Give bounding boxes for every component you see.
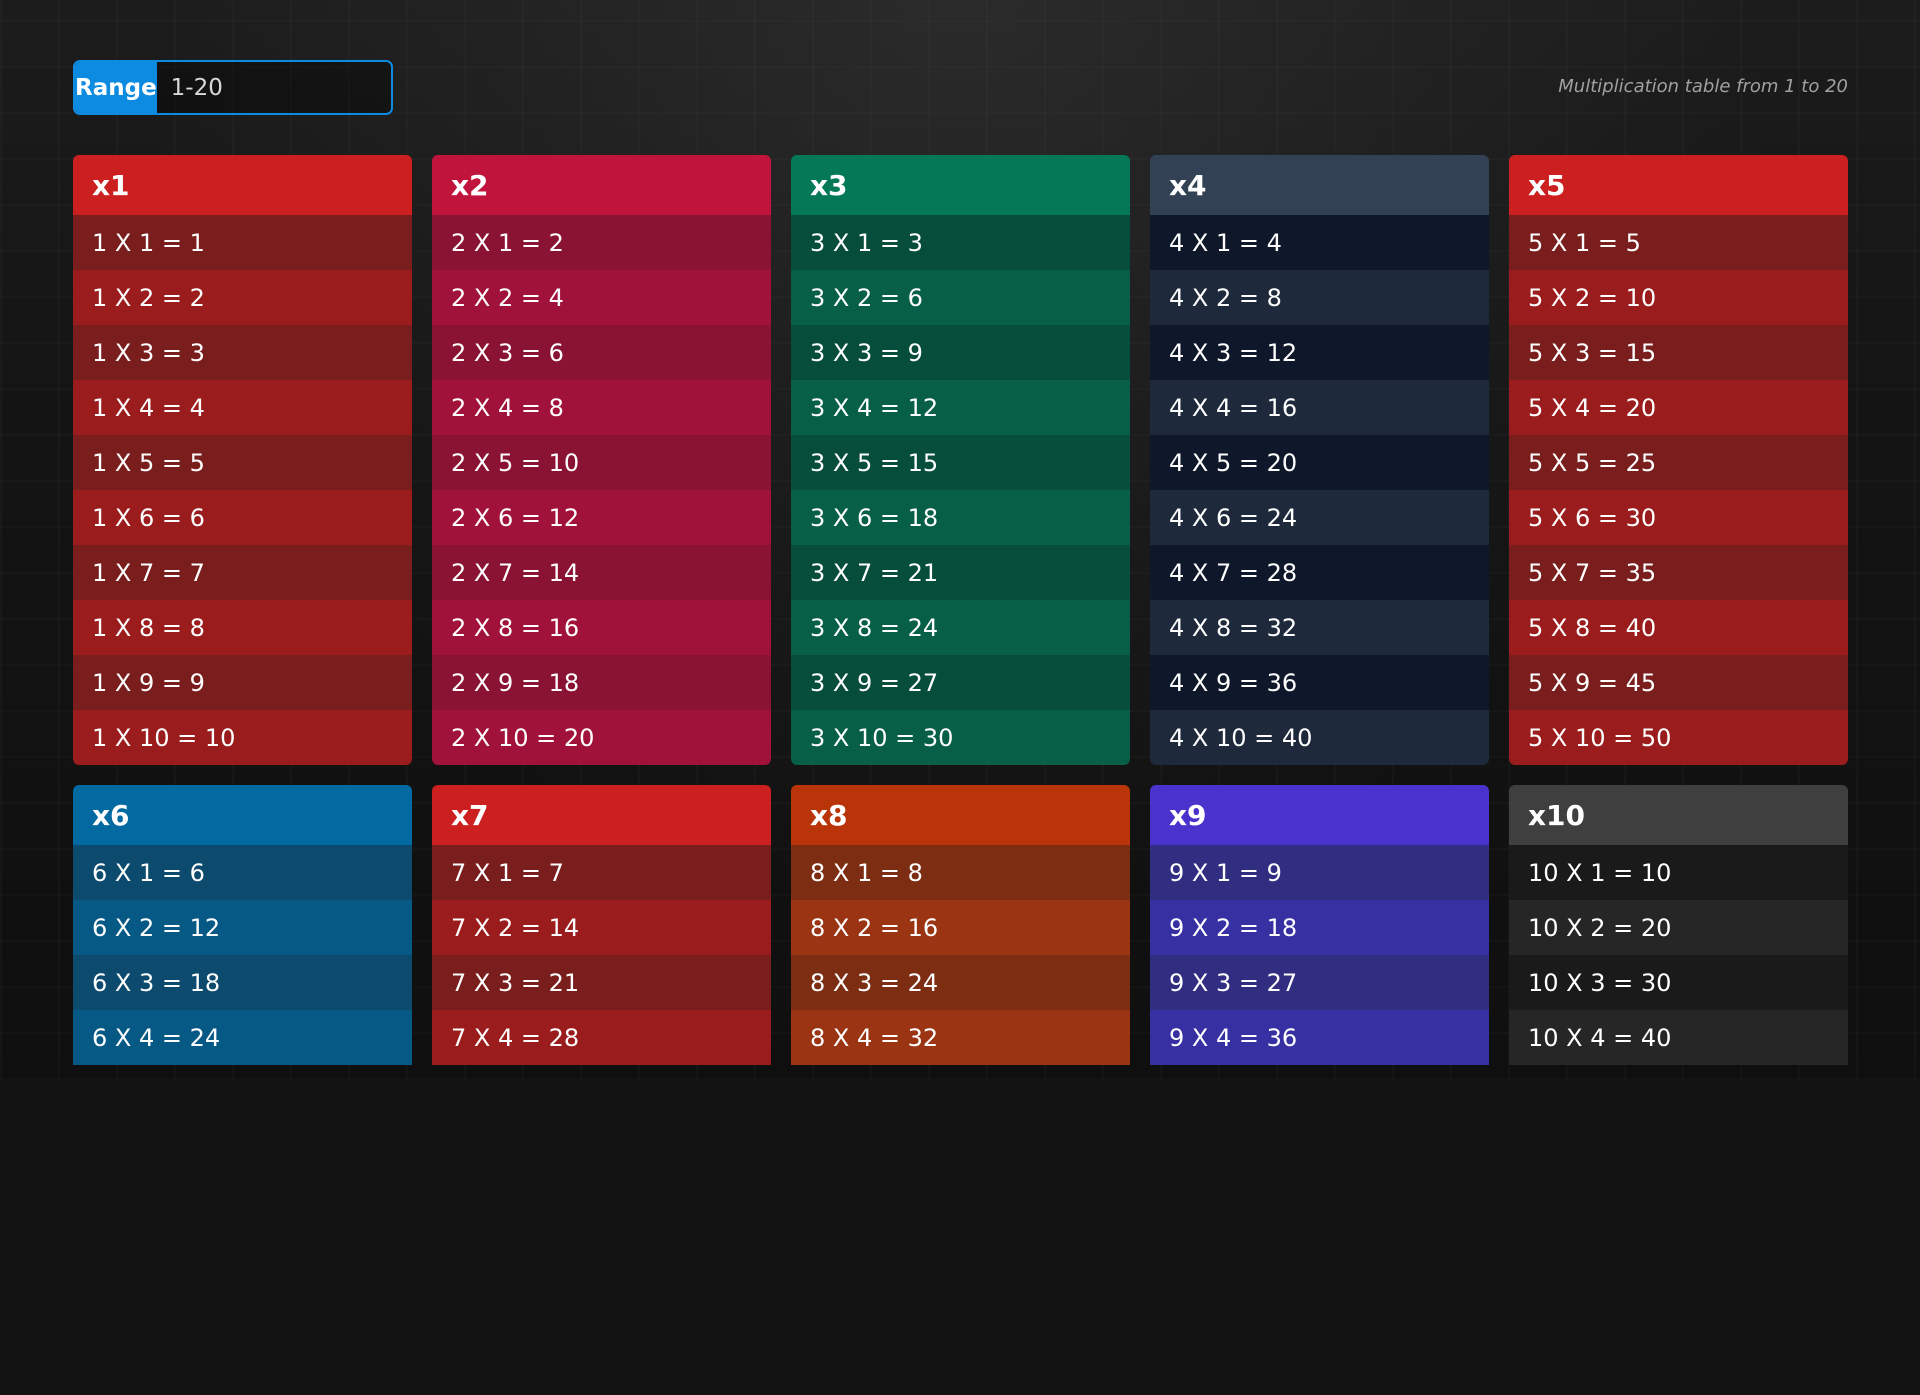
table-row: 6 X 4 = 24	[73, 1010, 412, 1065]
range-input[interactable]	[156, 62, 391, 113]
table-row: 10 X 4 = 40	[1509, 1010, 1848, 1065]
table-row: 4 X 2 = 8	[1150, 270, 1489, 325]
table-row: 5 X 3 = 15	[1509, 325, 1848, 380]
table-row: 2 X 2 = 4	[432, 270, 771, 325]
table-row: 1 X 3 = 3	[73, 325, 412, 380]
table-row: 4 X 4 = 16	[1150, 380, 1489, 435]
table-row: 1 X 9 = 9	[73, 655, 412, 710]
table-row: 7 X 3 = 21	[432, 955, 771, 1010]
table-row: 3 X 3 = 9	[791, 325, 1130, 380]
table-row: 3 X 6 = 18	[791, 490, 1130, 545]
table-row: 5 X 6 = 30	[1509, 490, 1848, 545]
table-row: 10 X 2 = 20	[1509, 900, 1848, 955]
table-title: x2	[432, 155, 771, 215]
table-row: 3 X 2 = 6	[791, 270, 1130, 325]
table-title: x6	[73, 785, 412, 845]
table-card-x9: x9 9 X 1 = 99 X 2 = 18 9 X 3 = 27 9 X 4 = 3…	[1150, 785, 1489, 1395]
table-row: 9 X 1 = 9	[1150, 845, 1489, 900]
table-row: 3 X 1 = 3	[791, 215, 1130, 270]
table-row: 5 X 8 = 40	[1509, 600, 1848, 655]
table-row: 5 X 10 = 50	[1509, 710, 1848, 765]
table-row: 1 X 4 = 4	[73, 380, 412, 435]
table-row: 9 X 3 = 27	[1150, 955, 1489, 1010]
table-row: 3 X 5 = 15	[791, 435, 1130, 490]
table-row: 8 X 4 = 32	[791, 1010, 1130, 1065]
table-row: 4 X 10 = 40	[1150, 710, 1489, 765]
table-title: x5	[1509, 155, 1848, 215]
table-row: 2 X 8 = 16	[432, 600, 771, 655]
table-row: 8 X 2 = 16	[791, 900, 1130, 955]
table-row: 5 X 9 = 45	[1509, 655, 1848, 710]
table-row: 7 X 4 = 28	[432, 1010, 771, 1065]
table-row: 1 X 6 = 6	[73, 490, 412, 545]
table-row: 8 X 3 = 24	[791, 955, 1130, 1010]
table-card-x7: x7 7 X 1 = 77 X 2 = 14 7 X 3 = 21 7 X 4 = 2…	[432, 785, 771, 1395]
table-title: x3	[791, 155, 1130, 215]
range-label: Range	[75, 62, 157, 113]
table-title: x9	[1150, 785, 1489, 845]
table-row: 3 X 8 = 24	[791, 600, 1130, 655]
table-row: 6 X 2 = 12	[73, 900, 412, 955]
table-card-x5: x5 5 X 1 = 55 X 2 = 10 5 X 3 = 15 5 X 4 = 2…	[1509, 155, 1848, 765]
table-row: 3 X 7 = 21	[791, 545, 1130, 600]
table-row: 2 X 7 = 14	[432, 545, 771, 600]
table-row: 4 X 3 = 12	[1150, 325, 1489, 380]
table-row: 6 X 3 = 18	[73, 955, 412, 1010]
table-row: 2 X 9 = 18	[432, 655, 771, 710]
table-row: 5 X 5 = 25	[1509, 435, 1848, 490]
table-row: 5 X 1 = 5	[1509, 215, 1848, 270]
table-card-x4: x4 4 X 1 = 44 X 2 = 84 X 3 = 12 4 X 4 = 16…	[1150, 155, 1489, 765]
table-card-x2: x2 2 X 1 = 22 X 2 = 42 X 3 = 62 X 4 = 82 …	[432, 155, 771, 765]
table-row: 2 X 3 = 6	[432, 325, 771, 380]
table-row: 4 X 6 = 24	[1150, 490, 1489, 545]
table-row: 9 X 4 = 36	[1150, 1010, 1489, 1065]
table-row: 4 X 8 = 32	[1150, 600, 1489, 655]
table-row: 9 X 2 = 18	[1150, 900, 1489, 955]
table-row: 3 X 4 = 12	[791, 380, 1130, 435]
table-row: 1 X 1 = 1	[73, 215, 412, 270]
table-row: 1 X 2 = 2	[73, 270, 412, 325]
table-card-x8: x8 8 X 1 = 88 X 2 = 16 8 X 3 = 24 8 X 4 = 3…	[791, 785, 1130, 1395]
table-row: 5 X 7 = 35	[1509, 545, 1848, 600]
table-row: 1 X 10 = 10	[73, 710, 412, 765]
table-title: x10	[1509, 785, 1848, 845]
table-row: 2 X 4 = 8	[432, 380, 771, 435]
table-row: 5 X 2 = 10	[1509, 270, 1848, 325]
table-row: 2 X 1 = 2	[432, 215, 771, 270]
table-row: 4 X 5 = 20	[1150, 435, 1489, 490]
table-row: 2 X 5 = 10	[432, 435, 771, 490]
page-subtitle: Multiplication table from 1 to 20	[1558, 76, 1848, 97]
table-row: 1 X 5 = 5	[73, 435, 412, 490]
table-row: 5 X 4 = 20	[1509, 380, 1848, 435]
table-title: x7	[432, 785, 771, 845]
range-control: Range	[73, 60, 393, 115]
table-row: 2 X 6 = 12	[432, 490, 771, 545]
table-row: 10 X 1 = 10	[1509, 845, 1848, 900]
table-card-x3: x3 3 X 1 = 33 X 2 = 63 X 3 = 93 X 4 = 12 3…	[791, 155, 1130, 765]
table-card-x10: x10 10 X 1 = 10 10 X 2 = 20 10 X 3 = 30 10 X…	[1509, 785, 1848, 1395]
table-row: 1 X 8 = 8	[73, 600, 412, 655]
table-row: 6 X 1 = 6	[73, 845, 412, 900]
table-row: 7 X 2 = 14	[432, 900, 771, 955]
table-row: 2 X 10 = 20	[432, 710, 771, 765]
table-title: x1	[73, 155, 412, 215]
table-title: x4	[1150, 155, 1489, 215]
table-row: 4 X 1 = 4	[1150, 215, 1489, 270]
table-card-x1: x1 1 X 1 = 11 X 2 = 21 X 3 = 31 X 4 = 41 …	[73, 155, 412, 765]
table-row: 8 X 1 = 8	[791, 845, 1130, 900]
table-row: 1 X 7 = 7	[73, 545, 412, 600]
table-title: x8	[791, 785, 1130, 845]
table-row: 4 X 7 = 28	[1150, 545, 1489, 600]
table-card-x6: x6 6 X 1 = 66 X 2 = 12 6 X 3 = 18 6 X 4 = 2…	[73, 785, 412, 1395]
table-row: 3 X 10 = 30	[791, 710, 1130, 765]
tables-grid: x1 1 X 1 = 11 X 2 = 21 X 3 = 31 X 4 = 41 …	[73, 155, 1848, 1395]
table-row: 3 X 9 = 27	[791, 655, 1130, 710]
table-row: 10 X 3 = 30	[1509, 955, 1848, 1010]
table-row: 7 X 1 = 7	[432, 845, 771, 900]
table-row: 4 X 9 = 36	[1150, 655, 1489, 710]
